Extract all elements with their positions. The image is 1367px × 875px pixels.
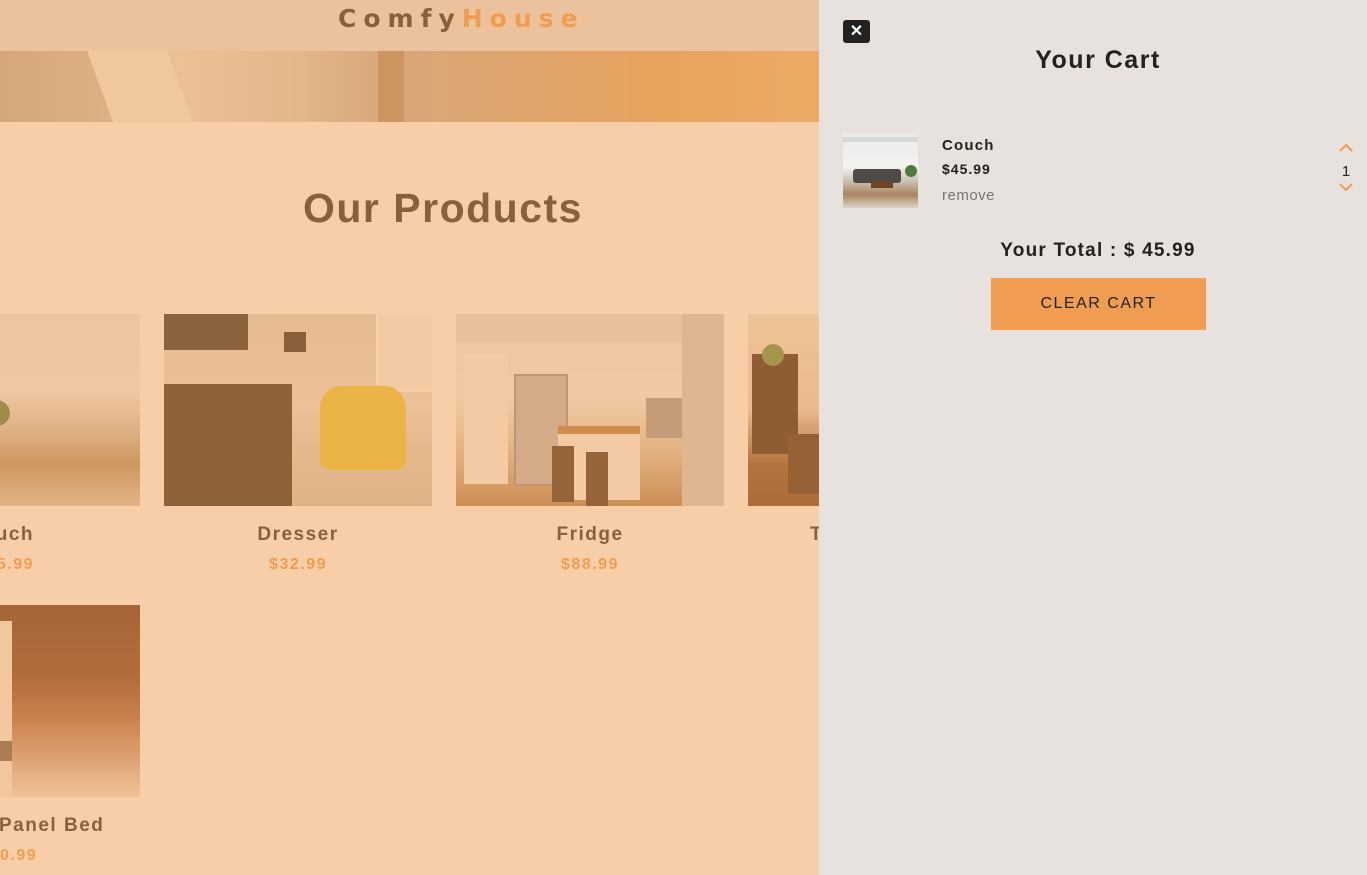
cart-total: Your Total : $ 45.99 [1000,240,1196,261]
cart-title: Your Cart [1035,46,1161,74]
cart-item-quantity: 1 [1341,163,1351,180]
cart-drawer: ✕ Your Cart Couch $45.99 remove 1 Your T… [819,0,1367,875]
clear-cart-button[interactable]: clear cart [991,278,1206,330]
chevron-down-icon [1339,183,1353,192]
increase-quantity-button[interactable] [1336,143,1356,157]
close-icon: ✕ [849,23,864,40]
decrease-quantity-button[interactable] [1336,183,1356,197]
cart-item-name: Couch [942,137,995,154]
cart-item-image [843,133,918,208]
remove-item-link[interactable]: remove [942,187,995,204]
close-cart-button[interactable]: ✕ [843,20,870,43]
cart-item: Couch $45.99 remove 1 [843,133,1353,209]
cart-item-price: $45.99 [942,161,991,177]
chevron-up-icon [1339,143,1353,152]
